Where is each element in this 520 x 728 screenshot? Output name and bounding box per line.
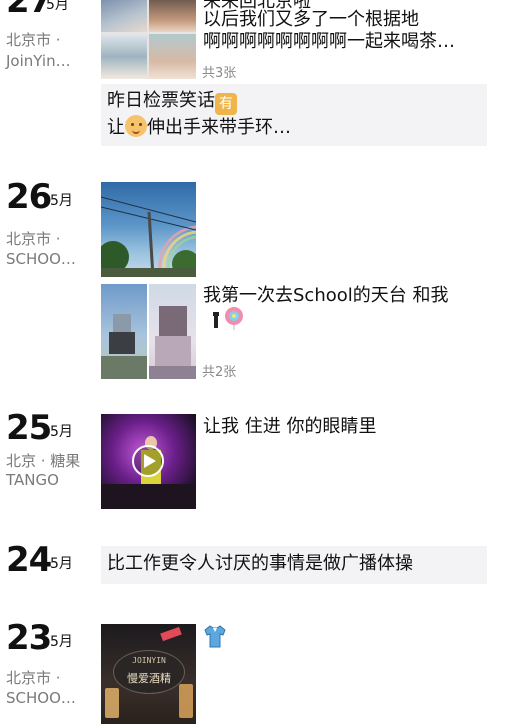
text-post-content: 比工作更令人讨厌的事情是做广播体操	[107, 553, 413, 574]
glass-left	[105, 688, 119, 718]
date-month: 5月	[50, 193, 73, 209]
date-month: 5月	[50, 556, 73, 572]
lollipop-icon	[213, 307, 243, 330]
date-month: 5月	[50, 424, 73, 440]
text-line-2-prefix: 让	[107, 117, 125, 138]
pixel-block	[155, 336, 191, 366]
date-day: 24	[6, 540, 52, 580]
caption-line-2: 以后我们又多了一个根据地	[203, 9, 419, 30]
photo-thumb-3	[101, 34, 147, 79]
caption-line-3: 啊啊啊啊啊啊啊啊一起来喝茶…	[203, 31, 455, 52]
location-line-2: TANGO	[6, 471, 59, 489]
rainbow-graphic	[101, 196, 196, 277]
photo-bar[interactable]: JOINYIN 慢爱酒精	[101, 624, 196, 724]
pixel-block	[101, 356, 147, 379]
photo-rainbow[interactable]	[101, 182, 196, 277]
photo-pixelated-1[interactable]	[101, 284, 147, 379]
location-line-1: 北京市 ·	[6, 31, 61, 49]
badge-you-icon: 有	[215, 93, 237, 115]
pixel-block	[149, 366, 196, 379]
neon-accent	[160, 626, 182, 642]
caption-line-1: 我第一次去School的天台 和我	[203, 285, 449, 306]
moment-entry-26[interactable]: 26 5月 北京市 · SCHOO… 我第一次去School的天台 和我 共2张	[0, 178, 520, 388]
text-line-1-content: 昨日检票笑话	[107, 90, 215, 111]
moment-entry-25[interactable]: 25 5月 北京 · 糖果 TANGO 让我 住进 你的眼睛里	[0, 408, 520, 516]
location-line-2: JoinYin…	[6, 52, 71, 70]
moment-entry-23[interactable]: 23 5月 北京市 · SCHOO… JOINYIN 慢爱酒精	[0, 615, 520, 728]
location-line-2: SCHOO…	[6, 250, 76, 268]
play-icon[interactable]	[131, 444, 165, 478]
video-thumbnail[interactable]	[101, 414, 196, 509]
date-day: 27	[6, 0, 52, 21]
photo-text-1: JOINYIN	[132, 656, 166, 665]
location-line-1: 北京市 ·	[6, 669, 61, 687]
caption: 让我 住进 你的眼睛里	[203, 416, 377, 437]
text-line-2: 让 伸出手来带手环…	[107, 115, 291, 140]
pixel-block	[113, 314, 131, 332]
pixel-block	[159, 306, 187, 336]
shirt-icon	[204, 625, 226, 648]
text-line-1: 昨日检票笑话有	[107, 89, 237, 115]
photo-count: 共2张	[202, 365, 237, 380]
photo-collage[interactable]	[101, 0, 196, 79]
text-post-box[interactable]: 昨日检票笑话有 让 伸出手来带手环…	[101, 84, 487, 146]
smiley-icon	[125, 115, 147, 137]
pixel-block	[109, 332, 135, 354]
stage-floor	[101, 484, 196, 509]
photo-pixelated-2[interactable]	[149, 284, 196, 379]
location-line-1: 北京市 ·	[6, 230, 61, 248]
photo-text-2: 慢爱酒精	[127, 672, 171, 685]
date-day: 26	[6, 177, 52, 217]
photo-thumb-2	[149, 0, 196, 32]
text-line-2-content: 伸出手来带手环…	[147, 117, 291, 138]
date-month: 5月	[50, 634, 73, 650]
photo-count: 共3张	[202, 66, 237, 81]
date-day: 25	[6, 408, 52, 448]
date-month: 5月	[46, 0, 69, 13]
location-line-2: SCHOO…	[6, 689, 76, 707]
photo-thumb-1	[101, 0, 147, 32]
text-post-box[interactable]: 比工作更令人讨厌的事情是做广播体操	[101, 546, 487, 584]
glass-right	[179, 684, 193, 718]
date-day: 23	[6, 618, 52, 658]
location-line-1: 北京 · 糖果	[6, 452, 81, 470]
photo-thumb-4	[149, 34, 196, 79]
